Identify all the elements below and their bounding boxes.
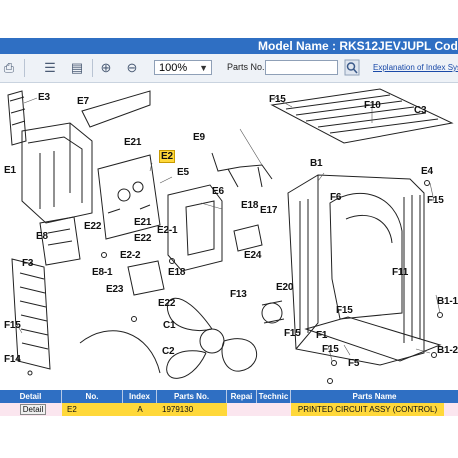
part-label-E24[interactable]: E24 bbox=[244, 250, 261, 261]
zoom-in-icon[interactable]: ⊕ bbox=[97, 59, 115, 77]
part-label-E17[interactable]: E17 bbox=[260, 205, 277, 216]
column-header-no: No. bbox=[62, 390, 123, 403]
part-label-E22[interactable]: E22 bbox=[84, 221, 101, 232]
part-label-B1[interactable]: B1 bbox=[310, 158, 323, 169]
part-label-B1-1[interactable]: B1-1 bbox=[437, 296, 458, 307]
part-label-E9[interactable]: E9 bbox=[193, 132, 205, 143]
column-header-technic: Technic bbox=[257, 390, 291, 403]
part-label-F15[interactable]: F15 bbox=[427, 195, 444, 206]
part-label-E22[interactable]: E22 bbox=[158, 298, 175, 309]
part-label-E1[interactable]: E1 bbox=[4, 165, 16, 176]
part-label-E2-highlighted[interactable]: E2 bbox=[159, 150, 175, 163]
part-label-F15[interactable]: F15 bbox=[284, 328, 301, 339]
part-label-F14[interactable]: F14 bbox=[4, 354, 21, 365]
table-row[interactable]: Detail E2 A 1979130 PRINTED CIRCUIT ASSY… bbox=[0, 403, 458, 416]
part-label-E8-1[interactable]: E8-1 bbox=[92, 267, 113, 278]
page-view-icon[interactable]: ▤ bbox=[68, 59, 86, 77]
part-label-F11[interactable]: F11 bbox=[392, 267, 408, 278]
part-label-E3[interactable]: E3 bbox=[38, 92, 50, 103]
parts-drawing bbox=[7, 88, 454, 384]
part-label-F15[interactable]: F15 bbox=[322, 344, 339, 355]
chevron-down-icon: ▼ bbox=[199, 63, 208, 73]
part-label-E6[interactable]: E6 bbox=[212, 186, 224, 197]
column-header-parts-name: Parts Name bbox=[352, 392, 397, 401]
detail-cell: Detail bbox=[0, 403, 62, 416]
search-icon bbox=[344, 59, 360, 76]
print-icon[interactable]: ⎙ bbox=[0, 59, 18, 77]
part-label-F13[interactable]: F13 bbox=[230, 289, 247, 300]
row-parts-no: 1979130 bbox=[157, 403, 227, 416]
parts-no-input[interactable] bbox=[265, 60, 338, 75]
list-view-icon[interactable]: ☰ bbox=[41, 59, 59, 77]
model-title-bar: Model Name : RKS12JEVJU PL Cod bbox=[0, 38, 458, 54]
toolbar-divider bbox=[24, 59, 25, 77]
explanation-index-link[interactable]: Explanation of Index Sys bbox=[373, 63, 458, 72]
part-label-F6[interactable]: F6 bbox=[330, 192, 341, 203]
row-repair bbox=[227, 403, 257, 416]
part-label-E18[interactable]: E18 bbox=[168, 267, 185, 278]
row-technic bbox=[257, 403, 291, 416]
part-label-E8[interactable]: E8 bbox=[36, 231, 48, 242]
part-label-E4[interactable]: E4 bbox=[421, 166, 433, 177]
part-label-C2[interactable]: C2 bbox=[162, 346, 175, 357]
part-label-E2-2[interactable]: E2-2 bbox=[120, 250, 141, 261]
row-no: E2 bbox=[62, 403, 123, 416]
part-label-F5[interactable]: F5 bbox=[348, 358, 359, 369]
part-label-E18[interactable]: E18 bbox=[241, 200, 258, 211]
part-label-E2-1[interactable]: E2-1 bbox=[157, 225, 178, 236]
part-label-E23[interactable]: E23 bbox=[106, 284, 123, 295]
model-name: Model Name : RKS12JEVJU bbox=[258, 39, 417, 53]
parts-no-label: Parts No. bbox=[227, 62, 265, 72]
row-parts-name: PRINTED CIRCUIT ASSY (CONTROL) bbox=[291, 403, 444, 416]
row-index: A bbox=[123, 403, 157, 416]
column-header-detail: Detail bbox=[0, 390, 62, 403]
part-label-E7[interactable]: E7 bbox=[77, 96, 89, 107]
detail-button[interactable]: Detail bbox=[20, 404, 46, 415]
part-label-E5[interactable]: E5 bbox=[177, 167, 189, 178]
part-label-C3[interactable]: C3 bbox=[414, 105, 427, 116]
column-header-parts-no: Parts No. bbox=[157, 390, 227, 403]
toolbar-divider bbox=[92, 59, 93, 77]
part-label-E22[interactable]: E22 bbox=[134, 233, 151, 244]
part-label-F1[interactable]: F1 bbox=[316, 330, 327, 341]
zoom-value: 100% bbox=[159, 62, 188, 74]
column-header-index: Index bbox=[123, 390, 157, 403]
exploded-parts-diagram: E3 E7 F15 F10 C3 E9 E21 E2 B1 E1 E5 E4 E… bbox=[0, 83, 458, 390]
parts-table-header: Detail No. Index Parts No. Repai Technic… bbox=[0, 390, 458, 403]
column-header-repair: Repai bbox=[227, 390, 257, 403]
part-label-F3[interactable]: F3 bbox=[22, 258, 33, 269]
part-label-F15[interactable]: F15 bbox=[4, 320, 21, 331]
part-label-F15[interactable]: F15 bbox=[336, 305, 353, 316]
part-label-E21[interactable]: E21 bbox=[134, 217, 151, 228]
part-label-E20[interactable]: E20 bbox=[276, 282, 293, 293]
part-label-B1-2[interactable]: B1-2 bbox=[437, 345, 458, 356]
zoom-out-icon[interactable]: ⊖ bbox=[123, 59, 141, 77]
search-parts-button[interactable] bbox=[344, 59, 360, 76]
part-label-E21[interactable]: E21 bbox=[124, 137, 141, 148]
pl-code-label: PL Cod bbox=[416, 39, 458, 53]
part-label-C1[interactable]: C1 bbox=[163, 320, 176, 331]
zoom-select[interactable]: 100% ▼ bbox=[154, 60, 212, 75]
part-label-F15[interactable]: F15 bbox=[269, 94, 286, 105]
part-label-F10[interactable]: F10 bbox=[364, 100, 381, 111]
